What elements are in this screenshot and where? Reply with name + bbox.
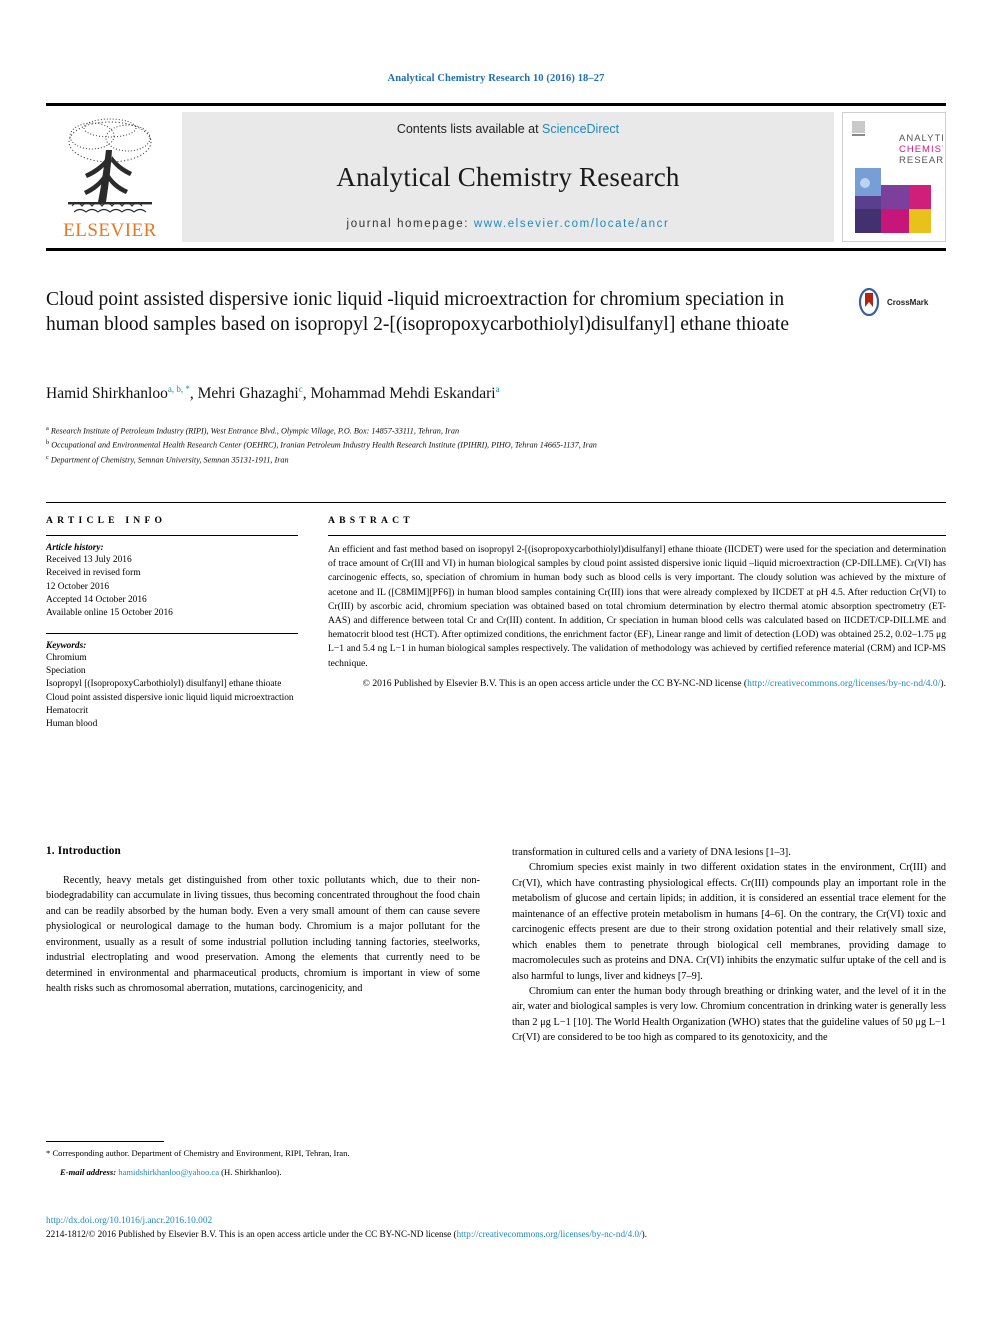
body-column-left: 1. Introduction Recently, heavy metals g… bbox=[46, 845, 480, 1145]
abstract-copyright: © 2016 Published by Elsevier B.V. This i… bbox=[328, 677, 946, 691]
affiliation-mark: b bbox=[46, 439, 50, 447]
affiliation-mark: c bbox=[46, 453, 49, 461]
author-name: Mehri Ghazaghi bbox=[197, 385, 299, 403]
affiliation-item: b Occupational and Environmental Health … bbox=[46, 438, 946, 452]
intro-paragraph-right-1: Chromium species exist mainly in two dif… bbox=[512, 862, 946, 982]
section-heading-introduction: 1. Introduction bbox=[46, 845, 121, 857]
running-head: Analytical Chemistry Research 10 (2016) … bbox=[387, 73, 605, 84]
masthead-center-panel: Contents lists available at ScienceDirec… bbox=[182, 112, 834, 242]
abstract-heading: ABSTRACT bbox=[328, 515, 414, 526]
affiliation-item: c Department of Chemistry, Semnan Univer… bbox=[46, 453, 946, 467]
issn-copyright-tail: ). bbox=[641, 1229, 648, 1239]
journal-cover-art: ANALYTICAL CHEMISTRY RESEARCH bbox=[843, 113, 945, 241]
affiliation-list: a Research Institute of Petroleum Indust… bbox=[46, 424, 946, 467]
elsevier-logo: ELSEVIER bbox=[46, 112, 174, 242]
divider bbox=[46, 632, 298, 634]
crossmark-label: CrossMark bbox=[887, 297, 929, 307]
divider bbox=[328, 535, 946, 536]
author-affil-marks: c bbox=[298, 384, 303, 394]
journal-masthead: ELSEVIER Contents lists available at Sci… bbox=[46, 103, 946, 251]
keyword-item: Hematocrit bbox=[46, 706, 89, 717]
article-history-item: Accepted 14 October 2016 bbox=[46, 595, 147, 606]
cover-line-2: CHEMISTRY bbox=[899, 144, 943, 155]
divider bbox=[46, 535, 298, 536]
crossmark-badge[interactable]: CrossMark bbox=[855, 288, 947, 316]
body-column-right: transformation in cultured cells and a v… bbox=[512, 845, 946, 1145]
journal-title: Analytical Chemistry Research bbox=[336, 161, 680, 192]
author-name: Hamid Shirkhanloo bbox=[46, 385, 168, 403]
article-history-item: Received in revised form bbox=[46, 568, 141, 579]
email-link[interactable]: hamidshirkhanloo@yahoo.ca bbox=[118, 1167, 219, 1177]
doi-link[interactable]: http://dx.doi.org/10.1016/j.ancr.2016.10… bbox=[46, 1216, 946, 1226]
page-footer: http://dx.doi.org/10.1016/j.ancr.2016.10… bbox=[46, 1216, 946, 1241]
affiliation-text: Research Institute of Petroleum Industry… bbox=[50, 426, 460, 436]
journal-homepage-prefix: journal homepage: bbox=[346, 218, 474, 230]
article-info-column: ARTICLE INFO Article history: Received 1… bbox=[46, 515, 298, 732]
sciencedirect-link[interactable]: ScienceDirect bbox=[542, 122, 619, 136]
keyword-item: Chromium bbox=[46, 652, 87, 663]
keywords-label: Keywords: bbox=[46, 640, 87, 651]
cover-line-1: ANALYTICAL bbox=[899, 133, 943, 144]
intro-paragraph-right-continuation: transformation in cultured cells and a v… bbox=[512, 847, 791, 858]
crossmark-icon bbox=[858, 288, 880, 316]
journal-homepage-url[interactable]: www.elsevier.com/locate/ancr bbox=[474, 218, 670, 230]
page-title: Cloud point assisted dispersive ionic li… bbox=[46, 289, 790, 336]
author-affil-marks: a, b, * bbox=[167, 384, 190, 394]
affiliation-item: a Research Institute of Petroleum Indust… bbox=[46, 424, 946, 438]
email-line: E-mail address: hamidshirkhanloo@yahoo.c… bbox=[46, 1166, 480, 1178]
abstract-copyright-text: © 2016 Published by Elsevier B.V. This i… bbox=[362, 677, 748, 689]
footnote-rule bbox=[46, 1141, 164, 1142]
abstract-column: ABSTRACT An efficient and fast method ba… bbox=[328, 515, 946, 732]
corresponding-author-footnote: * Corresponding author. Department of Ch… bbox=[46, 1141, 480, 1179]
abstract-body: An efficient and fast method based on is… bbox=[328, 544, 946, 669]
article-history-item: 12 October 2016 bbox=[46, 581, 110, 592]
author-name: Mohammad Mehdi Eskandari bbox=[310, 385, 496, 403]
issn-copyright-prefix: 2214-1812/© 2016 Published by Elsevier B… bbox=[46, 1229, 457, 1239]
issn-copyright-line: 2214-1812/© 2016 Published by Elsevier B… bbox=[46, 1228, 946, 1241]
article-info-heading: ARTICLE INFO bbox=[46, 515, 167, 526]
affiliation-text: Occupational and Environmental Health Re… bbox=[51, 441, 597, 451]
intro-paragraph-right-2: Chromium can enter the human body throug… bbox=[512, 985, 946, 1044]
affiliation-text: Department of Chemistry, Semnan Universi… bbox=[50, 455, 289, 465]
affiliation-mark: a bbox=[46, 425, 49, 432]
journal-homepage-line: journal homepage: www.elsevier.com/locat… bbox=[347, 218, 670, 230]
author-list: Hamid Shirkhanlooa, b, *, Mehri Ghazaghi… bbox=[46, 384, 500, 403]
keyword-item: Cloud point assisted dispersive ionic li… bbox=[46, 692, 294, 703]
cover-line-3: RESEARCH bbox=[899, 155, 943, 166]
article-history-item: Received 13 July 2016 bbox=[46, 555, 132, 565]
keyword-item: Human blood bbox=[46, 719, 98, 730]
footer-cc-license-link[interactable]: http://creativecommons.org/licenses/by-n… bbox=[457, 1229, 642, 1239]
abstract-copyright-tail: ). bbox=[940, 677, 946, 689]
article-history-label: Article history: bbox=[46, 543, 104, 553]
article-first-page: Analytical Chemistry Research 10 (2016) … bbox=[0, 0, 992, 1323]
keyword-item: Isopropyl [(IsopropoxyCarbothiolyl) disu… bbox=[46, 679, 282, 690]
contents-lists-prefix: Contents lists available at bbox=[396, 122, 543, 136]
info-abstract-band: ARTICLE INFO Article history: Received 1… bbox=[46, 502, 946, 732]
elsevier-wordmark: ELSEVIER bbox=[63, 220, 157, 241]
author-affil-marks: a bbox=[495, 384, 500, 394]
body-columns: 1. Introduction Recently, heavy metals g… bbox=[46, 845, 946, 1145]
journal-cover-thumbnail: ANALYTICAL CHEMISTRY RESEARCH bbox=[842, 112, 946, 242]
email-label: E-mail address: bbox=[60, 1167, 117, 1178]
cc-license-link[interactable]: http://creativecommons.org/licenses/by-n… bbox=[747, 678, 940, 689]
email-owner: (H. Shirkhanloo). bbox=[221, 1167, 282, 1178]
contents-lists-line: Contents lists available at ScienceDirec… bbox=[397, 122, 619, 136]
keyword-item: Speciation bbox=[46, 666, 86, 677]
article-history-item: Available online 15 October 2016 bbox=[46, 608, 173, 619]
title-block: Cloud point assisted dispersive ionic li… bbox=[46, 287, 806, 338]
elsevier-tree-icon bbox=[68, 118, 152, 213]
corresponding-author-line: * Corresponding author. Department of Ch… bbox=[46, 1148, 350, 1158]
intro-paragraph-left-1: Recently, heavy metals get distinguished… bbox=[46, 875, 480, 995]
